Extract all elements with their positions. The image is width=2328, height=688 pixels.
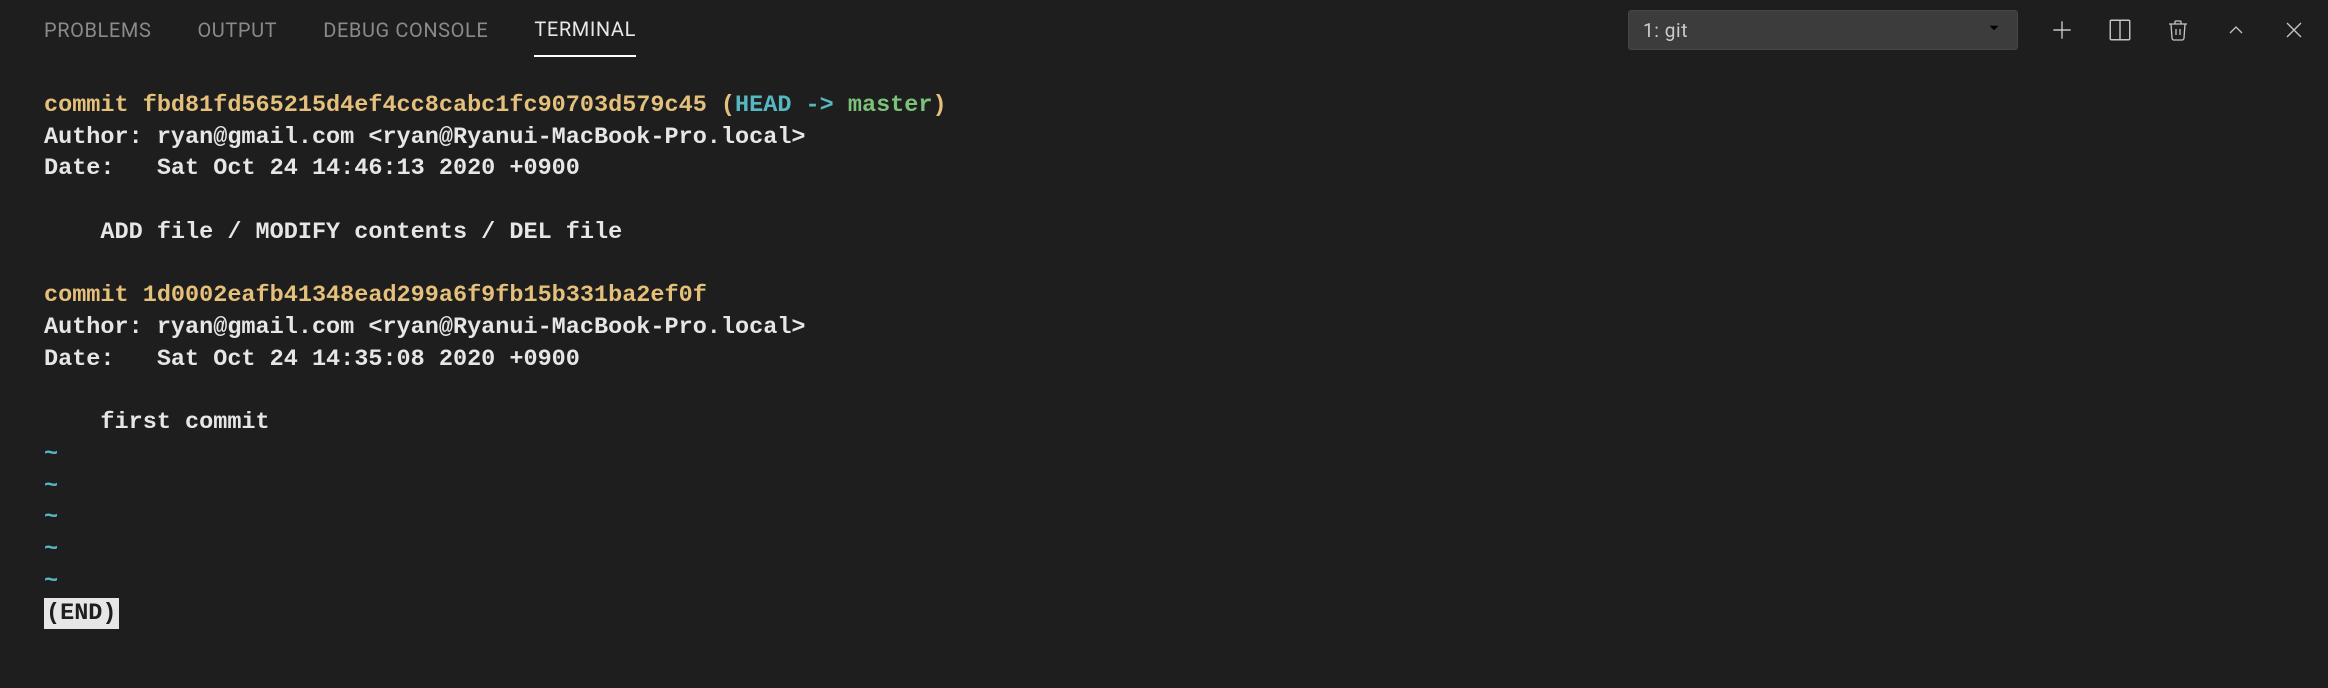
tab-terminal[interactable]: TERMINAL [534, 3, 636, 57]
pager-tilde: ~ [44, 441, 58, 468]
branch-ref: master [848, 92, 933, 119]
tab-output[interactable]: OUTPUT [197, 4, 277, 56]
tab-debug-console[interactable]: DEBUG CONSOLE [323, 4, 488, 56]
close-panel-button[interactable] [2280, 16, 2308, 44]
new-terminal-button[interactable] [2048, 16, 2076, 44]
commit-hash: fbd81fd565215d4ef4cc8cabc1fc90703d579c45 [143, 92, 707, 119]
ref-close: ) [932, 92, 946, 119]
kill-terminal-button[interactable] [2164, 16, 2192, 44]
split-terminal-button[interactable] [2106, 16, 2134, 44]
date-line: Date: Sat Oct 24 14:46:13 2020 +0900 [44, 155, 580, 182]
tab-problems[interactable]: PROBLEMS [44, 4, 151, 56]
chevron-down-icon [1985, 19, 2003, 42]
pager-end: (END) [44, 598, 119, 630]
ref-open: ( [707, 92, 735, 119]
terminal-output[interactable]: commit fbd81fd565215d4ef4cc8cabc1fc90703… [0, 60, 2328, 688]
panel-actions: 1: git [1628, 10, 2308, 50]
pager-tilde: ~ [44, 473, 58, 500]
terminal-selector-dropdown[interactable]: 1: git [1628, 10, 2018, 50]
commit-keyword: commit [44, 92, 143, 119]
pager-tilde: ~ [44, 536, 58, 563]
date-line: Date: Sat Oct 24 14:35:08 2020 +0900 [44, 346, 580, 373]
commit-message: first commit [44, 409, 270, 436]
head-ref: HEAD -> [735, 92, 848, 119]
terminal-selector-label: 1: git [1643, 19, 1688, 42]
pager-tilde: ~ [44, 568, 58, 595]
commit-message: ADD file / MODIFY contents / DEL file [44, 219, 622, 246]
author-line: Author: ryan@gmail.com <ryan@Ryanui-MacB… [44, 124, 806, 151]
author-line: Author: ryan@gmail.com <ryan@Ryanui-MacB… [44, 314, 806, 341]
commit-hash: 1d0002eafb41348ead299a6f9fb15b331ba2ef0f [143, 282, 707, 309]
maximize-panel-button[interactable] [2222, 16, 2250, 44]
commit-keyword: commit [44, 282, 143, 309]
panel-tabbar: PROBLEMS OUTPUT DEBUG CONSOLE TERMINAL 1… [0, 0, 2328, 60]
pager-tilde: ~ [44, 504, 58, 531]
